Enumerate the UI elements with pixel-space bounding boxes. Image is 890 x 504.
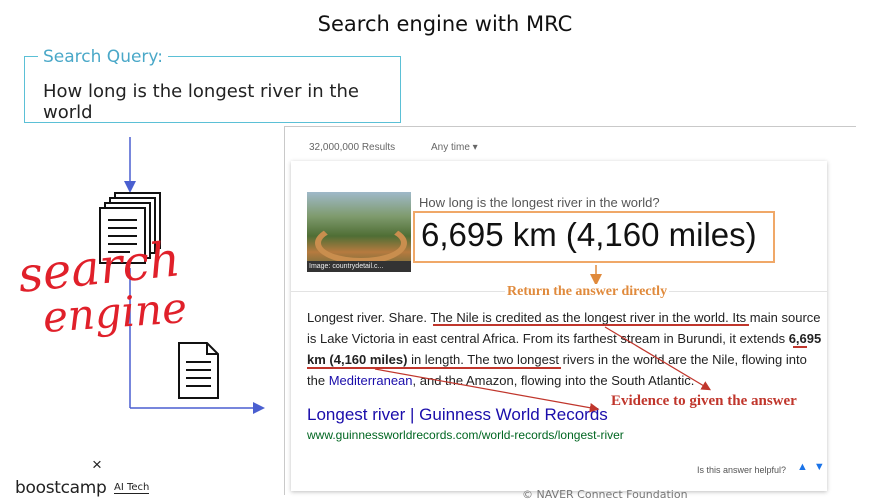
annotation-evidence: Evidence to given the answer (611, 393, 797, 409)
brand-x-mark: × (92, 455, 102, 474)
document-icon (178, 342, 219, 399)
evidence-arrow-1 (604, 326, 712, 391)
footer-copyright: © NAVER Connect Foundation (522, 488, 688, 501)
brand-subtitle: AI Tech (114, 482, 150, 494)
annotation-return-answer: Return the answer directly (505, 284, 670, 300)
evidence-arrow-2 (374, 368, 600, 413)
search-results-panel: 32,000,000 Results Any time ▾ Image: cou… (284, 126, 856, 495)
handwriting-engine: engine (41, 283, 188, 342)
brand-logo: boostcamp (15, 478, 107, 498)
annotation-overlay (307, 265, 807, 413)
